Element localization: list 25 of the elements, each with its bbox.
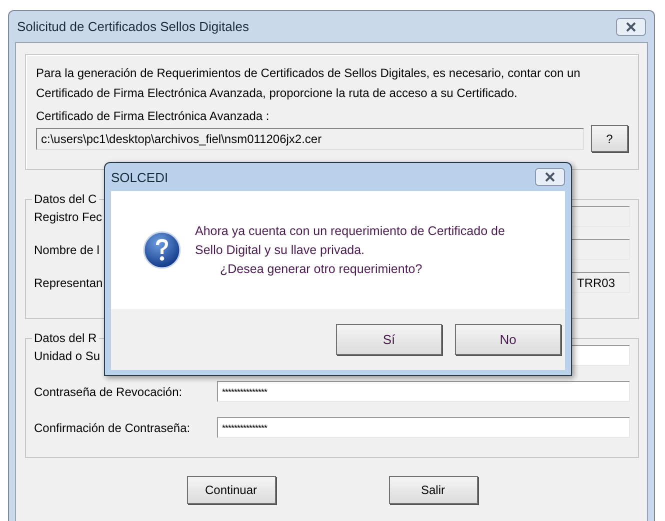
field-label: Nombre de l [34, 242, 100, 256]
field-label: Registro Fec [34, 210, 102, 224]
input-field[interactable]: *************** [217, 381, 630, 402]
close-icon[interactable] [535, 168, 565, 186]
field-label: Unidad o Su [34, 348, 100, 362]
no-button[interactable]: No [455, 324, 561, 355]
field-label: Representan [34, 276, 103, 290]
input-field[interactable]: *************** [217, 417, 630, 438]
certificate-path-field[interactable]: c:\users\pc1\desktop\archivos_fiel\nsm011206jx2.cer [36, 128, 584, 150]
group-title: Datos del R [33, 331, 98, 345]
message-text: Ahora ya cuenta con un requerimiento de Certificado de Sello Digital y su llave privada. [195, 222, 506, 259]
field-label: Contraseña de Revocación: [34, 384, 182, 398]
help-button[interactable]: ? [591, 125, 628, 152]
window-title: Solicitud de Certificados Sellos Digitales [17, 19, 249, 34]
field-label: Confirmación de Contraseña: [34, 420, 190, 434]
question-text: ¿Desea generar otro requerimiento? [219, 260, 424, 278]
close-icon[interactable] [616, 18, 646, 36]
dialog-title: SOLCEDI [111, 170, 168, 184]
question-icon [143, 231, 181, 269]
field-label: Certificado de Firma Electrónica Avanzada : [36, 109, 270, 123]
group-title: Datos del C [33, 192, 98, 206]
instructions-text: Para la generación de Requerimientos de Certificados de Sellos Digitales, es necesario, contar con un Certificado de Firma Electrónica Avanzada, proporcione la ruta de acceso a su Certificado. [36, 65, 582, 102]
exit-button[interactable]: Salir [388, 476, 478, 504]
yes-button[interactable]: Sí [336, 324, 442, 355]
continue-button[interactable]: Continuar [186, 476, 276, 504]
